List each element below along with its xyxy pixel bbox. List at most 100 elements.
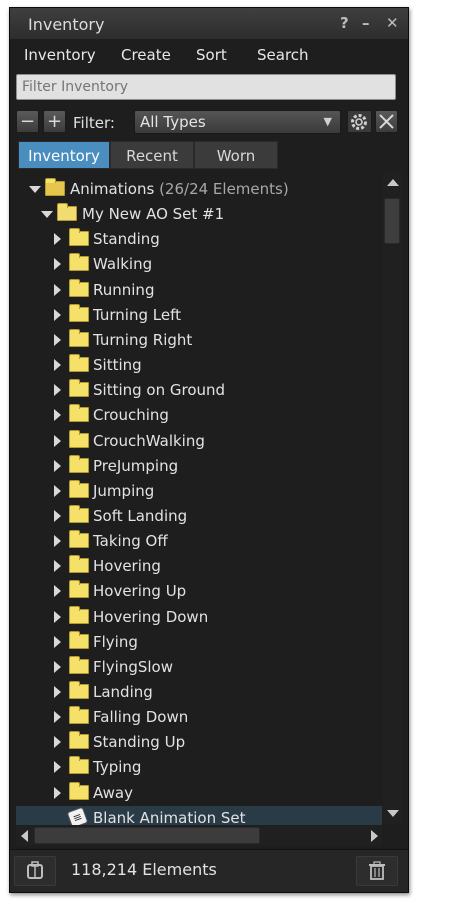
- tree-row-ao-set[interactable]: My New AO Set #1: [16, 202, 382, 227]
- title-bar[interactable]: Inventory ? – ✕: [10, 8, 408, 39]
- chevron-right-icon[interactable]: [54, 761, 61, 773]
- tree-row-folder[interactable]: CrouchWalking: [16, 429, 382, 454]
- tree-row-folder[interactable]: FlyingSlow: [16, 655, 382, 680]
- menu-inventory[interactable]: Inventory: [24, 46, 96, 64]
- chevron-right-icon[interactable]: [54, 535, 61, 547]
- folder-icon: [69, 580, 89, 598]
- folder-icon: [69, 480, 89, 498]
- tree-row-folder[interactable]: Jumping: [16, 479, 382, 504]
- menu-sort[interactable]: Sort: [196, 46, 227, 64]
- chevron-right-icon[interactable]: [54, 736, 61, 748]
- filter-inventory-input[interactable]: [16, 74, 396, 100]
- inventory-options-button[interactable]: [14, 856, 56, 886]
- collapse-all-button[interactable]: −: [16, 110, 39, 133]
- tab-inventory[interactable]: Inventory: [18, 141, 110, 169]
- tree-row-folder[interactable]: Standing Up: [16, 730, 382, 755]
- close-button[interactable]: ✕: [386, 14, 399, 32]
- vertical-scrollbar[interactable]: [383, 171, 403, 824]
- scroll-down-icon[interactable]: [387, 810, 399, 817]
- scroll-right-icon[interactable]: [371, 830, 378, 842]
- tree-row-label: My New AO Set #1: [82, 205, 225, 223]
- tree-row-label: Away: [93, 784, 133, 802]
- tree-row-folder[interactable]: Sitting: [16, 353, 382, 378]
- tree-row-folder[interactable]: Away: [16, 781, 382, 806]
- animation-icon: ≡: [66, 806, 89, 825]
- tree-row-folder[interactable]: Turning Left: [16, 303, 382, 328]
- chevron-right-icon[interactable]: [54, 409, 61, 421]
- tree-row-animations[interactable]: Animations (26/24 Elements): [16, 177, 382, 202]
- window-title: Inventory: [28, 15, 105, 34]
- tree-row-label: Sitting on Ground: [93, 381, 226, 399]
- chevron-right-icon[interactable]: [54, 560, 61, 572]
- inventory-tree: Animations (26/24 Elements) My New AO Set…: [16, 171, 382, 825]
- minimize-button[interactable]: –: [362, 14, 370, 32]
- type-filter-value: All Types: [140, 113, 206, 131]
- tree-row-folder[interactable]: Crouching: [16, 403, 382, 428]
- tree-row-folder[interactable]: Falling Down: [16, 705, 382, 730]
- folder-icon: [69, 455, 89, 473]
- chevron-down-icon[interactable]: [29, 186, 41, 193]
- tree-row-folder[interactable]: Running: [16, 278, 382, 303]
- scroll-up-icon[interactable]: [387, 179, 399, 186]
- tab-recent[interactable]: Recent: [110, 141, 194, 169]
- briefcase-icon: [27, 861, 43, 879]
- chevron-right-icon[interactable]: [54, 435, 61, 447]
- tree-row-folder[interactable]: PreJumping: [16, 454, 382, 479]
- folder-open-icon: [57, 203, 77, 221]
- tree-row-folder[interactable]: Flying: [16, 630, 382, 655]
- tree-row-folder[interactable]: Hovering Up: [16, 579, 382, 604]
- chevron-right-icon[interactable]: [54, 384, 61, 396]
- chevron-right-icon[interactable]: [54, 233, 61, 245]
- close-icon: [379, 114, 394, 129]
- horizontal-scrollbar[interactable]: [16, 826, 382, 846]
- tree-row-folder[interactable]: Landing: [16, 680, 382, 705]
- chevron-down-icon[interactable]: [41, 211, 53, 218]
- chevron-right-icon[interactable]: [54, 359, 61, 371]
- tree-row-label: Flying: [93, 633, 138, 651]
- tree-row-label: Hovering: [93, 557, 161, 575]
- trash-button[interactable]: [356, 856, 398, 886]
- animations-label: Animations: [70, 180, 155, 198]
- type-filter-dropdown[interactable]: All Types ▼: [134, 110, 341, 134]
- tree-row-folder[interactable]: Typing: [16, 755, 382, 780]
- tree-row-folder[interactable]: Hovering: [16, 554, 382, 579]
- tab-worn[interactable]: Worn: [194, 141, 278, 169]
- tree-row-label: Standing Up: [93, 733, 186, 751]
- horizontal-scroll-thumb[interactable]: [34, 827, 260, 844]
- tree-row-label: Jumping: [93, 482, 155, 500]
- folder-icon: [69, 706, 89, 724]
- chevron-right-icon[interactable]: [54, 787, 61, 799]
- help-button[interactable]: ?: [340, 14, 349, 32]
- gear-button[interactable]: [347, 110, 372, 133]
- chevron-right-icon[interactable]: [54, 686, 61, 698]
- chevron-right-icon[interactable]: [54, 460, 61, 472]
- menu-search[interactable]: Search: [257, 46, 309, 64]
- tree-row-folder[interactable]: Walking: [16, 252, 382, 277]
- chevron-right-icon[interactable]: [54, 284, 61, 296]
- chevron-right-icon[interactable]: [54, 711, 61, 723]
- expand-all-button[interactable]: +: [43, 110, 66, 133]
- chevron-right-icon[interactable]: [54, 636, 61, 648]
- tree-row-folder[interactable]: Hovering Down: [16, 605, 382, 630]
- chevron-right-icon[interactable]: [54, 585, 61, 597]
- chevron-right-icon[interactable]: [54, 334, 61, 346]
- tree-row-label: Hovering Up: [93, 582, 187, 600]
- tree-row-folder[interactable]: Sitting on Ground: [16, 378, 382, 403]
- tree-row-folder[interactable]: Turning Right: [16, 328, 382, 353]
- clear-filter-button[interactable]: [375, 110, 398, 133]
- tree-row-folder[interactable]: Standing: [16, 227, 382, 252]
- chevron-right-icon[interactable]: [54, 510, 61, 522]
- menu-create[interactable]: Create: [121, 46, 171, 64]
- chevron-right-icon[interactable]: [54, 485, 61, 497]
- tree-row-folder[interactable]: Taking Off: [16, 529, 382, 554]
- status-bar: 118,214 Elements: [10, 849, 408, 892]
- scroll-left-icon[interactable]: [21, 830, 28, 842]
- chevron-right-icon[interactable]: [54, 309, 61, 321]
- tree-row-blank-animation-set[interactable]: ≡ Blank Animation Set: [16, 806, 382, 825]
- chevron-right-icon[interactable]: [54, 661, 61, 673]
- tree-row-label: Running: [93, 281, 155, 299]
- tree-row-folder[interactable]: Soft Landing: [16, 504, 382, 529]
- chevron-right-icon[interactable]: [54, 258, 61, 270]
- chevron-right-icon[interactable]: [54, 611, 61, 623]
- vertical-scroll-thumb[interactable]: [384, 198, 400, 244]
